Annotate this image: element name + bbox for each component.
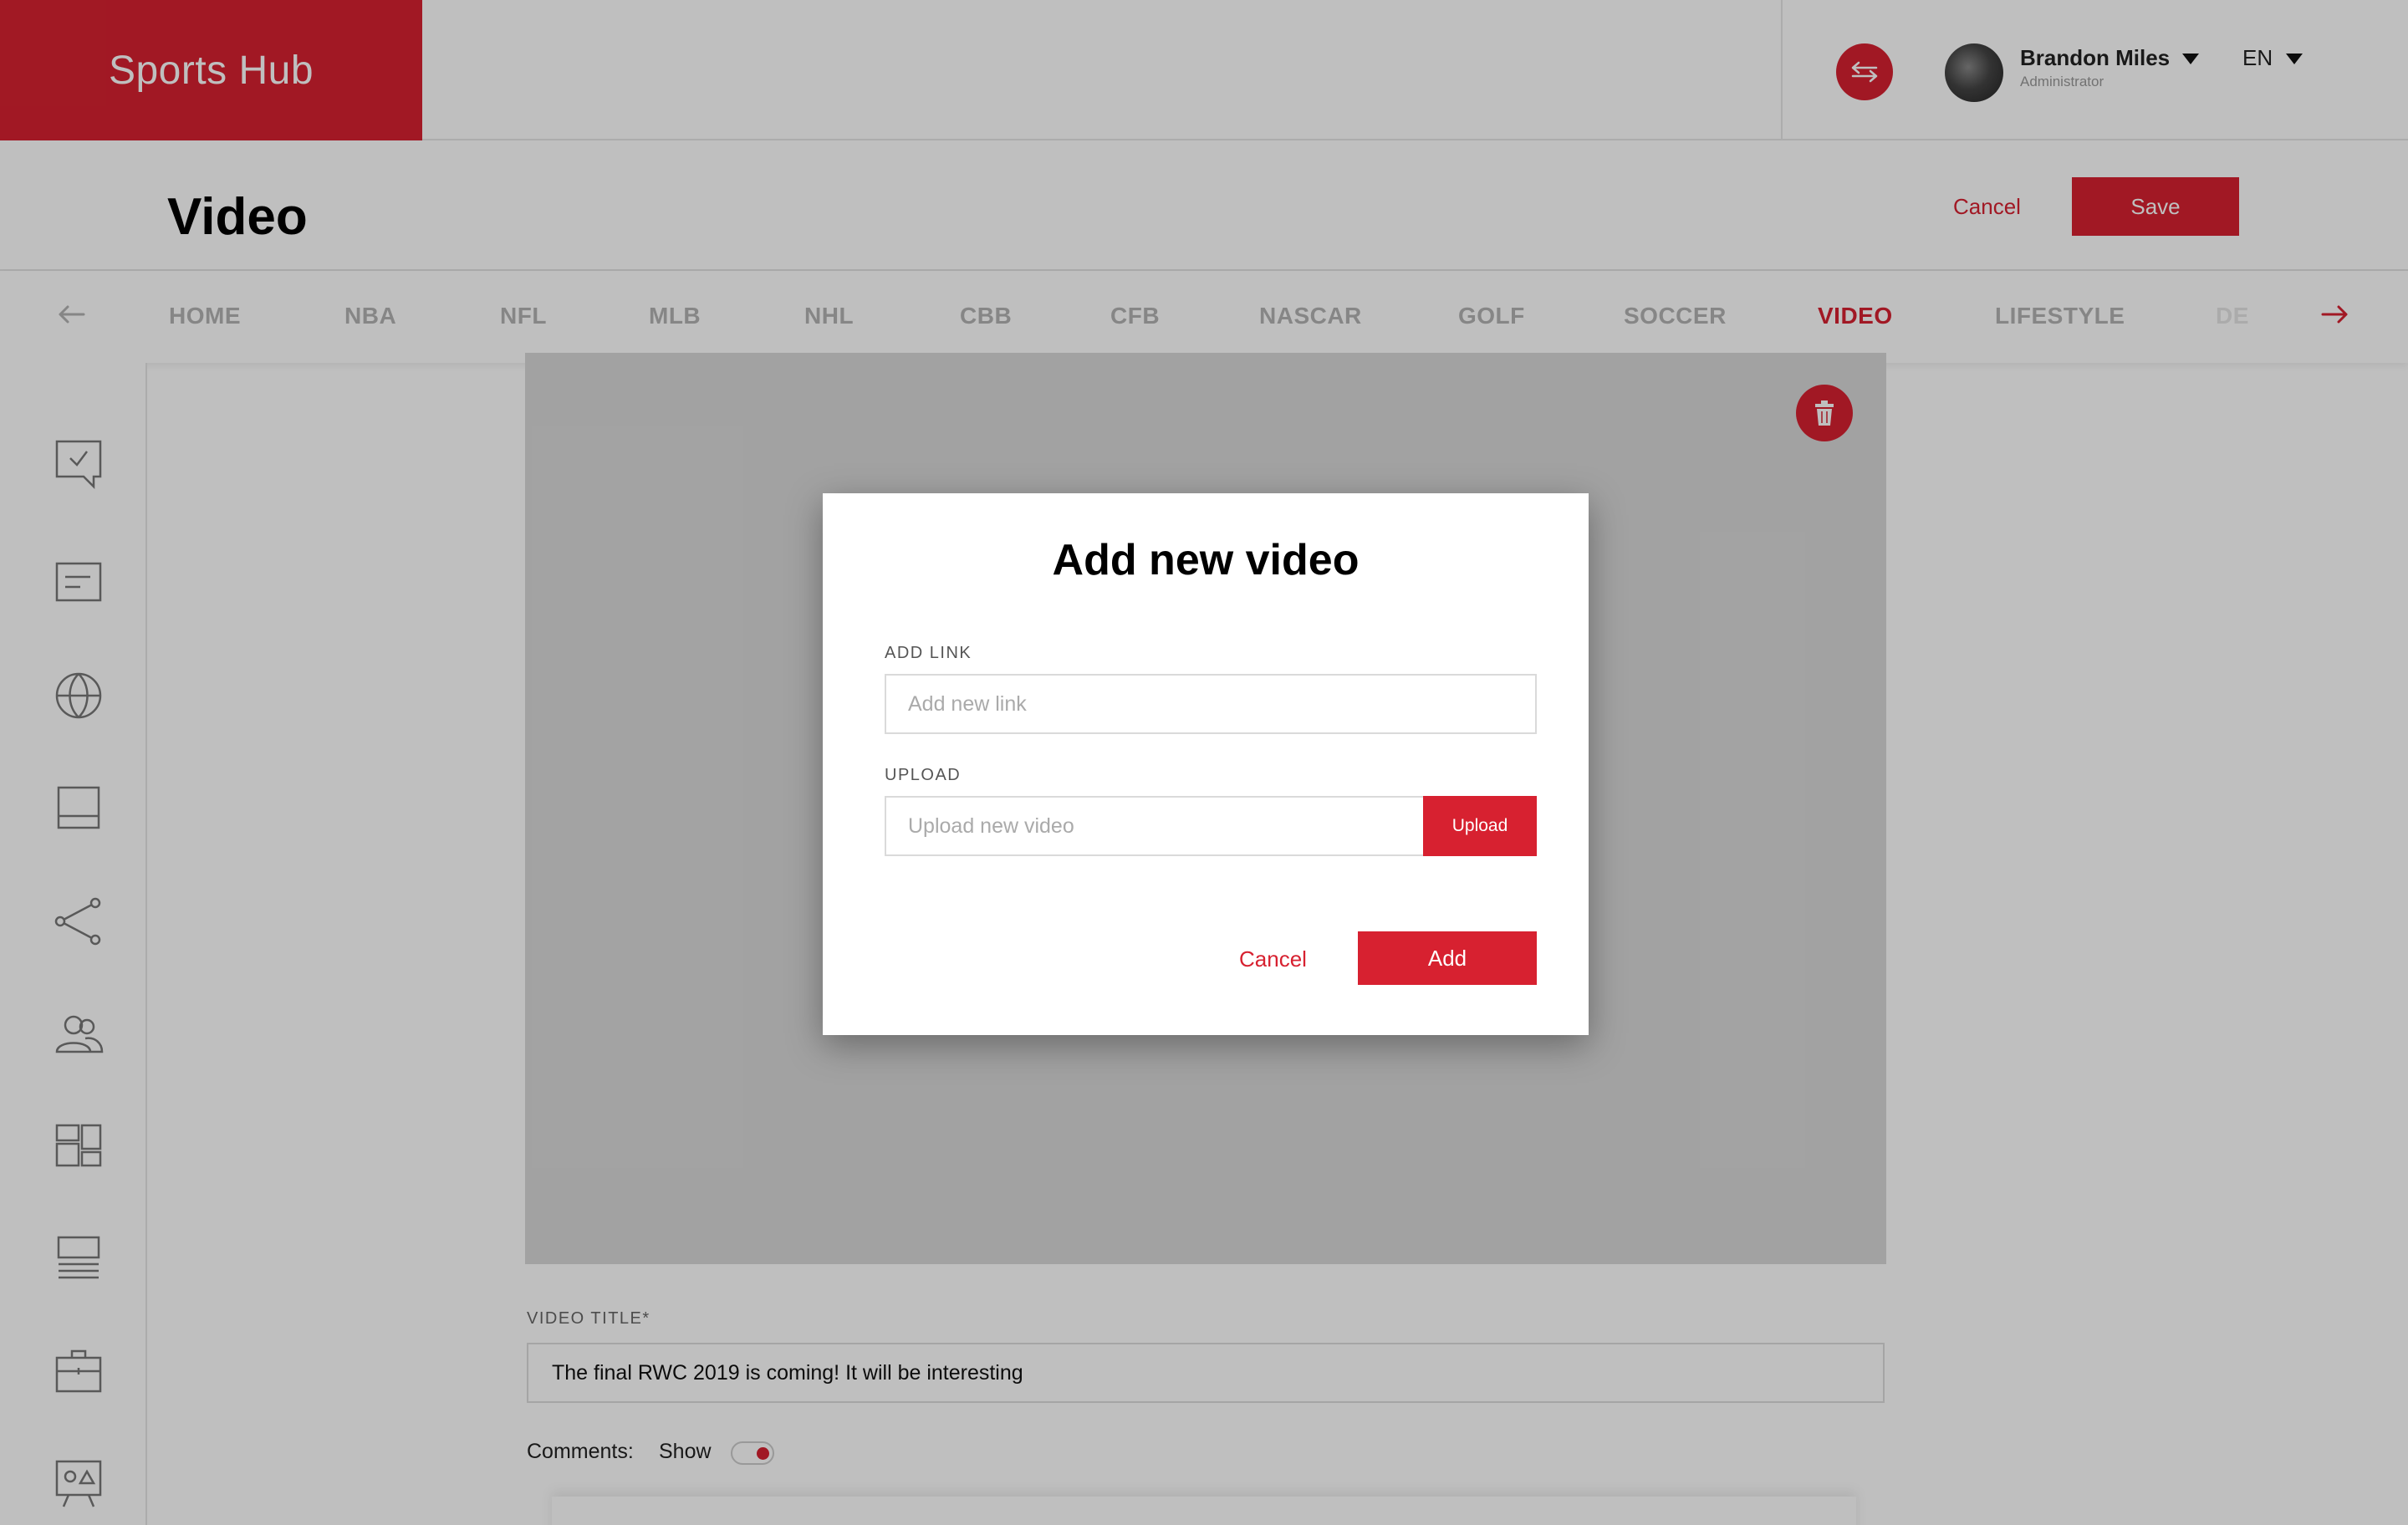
upload-button[interactable]: Upload <box>1423 796 1537 856</box>
upload-label: UPLOAD <box>885 766 962 784</box>
modal-cancel-button[interactable]: Cancel <box>1239 946 1307 972</box>
modal-title: Add new video <box>1052 536 1360 584</box>
add-video-modal: Add new video ADD LINK Add new link UPLO… <box>823 493 1589 1035</box>
upload-input[interactable]: Upload new video <box>885 796 1425 856</box>
add-link-input[interactable]: Add new link <box>885 674 1537 734</box>
add-button[interactable]: Add <box>1358 931 1537 985</box>
add-link-label: ADD LINK <box>885 644 972 662</box>
